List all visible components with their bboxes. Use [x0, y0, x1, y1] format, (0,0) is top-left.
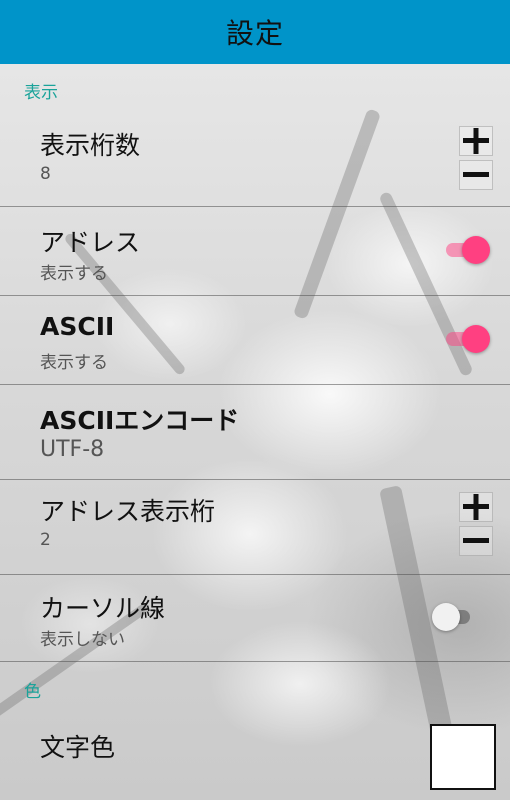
page-title: 設定 [225, 17, 284, 50]
setting-title: アドレス表示桁 [40, 497, 216, 526]
setting-title: ASCIIエンコード [40, 406, 240, 435]
decrement-button[interactable] [459, 160, 493, 190]
section-header-display: 表示 [24, 83, 58, 103]
cursor-line-toggle[interactable] [432, 603, 478, 631]
setting-cursor-line[interactable]: カーソル線 表示しない [0, 575, 510, 661]
plus-icon [463, 128, 489, 154]
setting-title: カーソル線 [40, 594, 166, 623]
color-swatch[interactable] [430, 724, 496, 790]
settings-list: 表示 表示桁数 8 アドレス 表示する ASCII 表示する ASCIIエンコー… [0, 64, 510, 800]
setting-address[interactable]: アドレス 表示する [0, 207, 510, 295]
setting-summary: 表示しない [40, 630, 125, 650]
setting-summary: 表示する [40, 264, 108, 284]
increment-button[interactable] [459, 126, 493, 156]
section-header-color: 色 [24, 682, 41, 702]
digits-stepper [459, 126, 493, 194]
minus-icon [463, 538, 489, 543]
toggle-thumb [432, 603, 460, 631]
app-bar: 設定 [0, 0, 510, 64]
address-toggle[interactable] [442, 236, 490, 264]
increment-button[interactable] [459, 492, 493, 522]
minus-icon [463, 172, 489, 177]
setting-address-digits[interactable]: アドレス表示桁 2 [0, 480, 510, 574]
setting-value: 2 [40, 530, 51, 550]
divider [0, 661, 510, 662]
plus-icon [463, 494, 489, 520]
setting-display-digits[interactable]: 表示桁数 8 [0, 114, 510, 206]
setting-value: UTF-8 [40, 437, 105, 462]
decrement-button[interactable] [459, 526, 493, 556]
toggle-thumb [462, 236, 490, 264]
setting-title: 文字色 [40, 733, 116, 762]
setting-title: 表示桁数 [40, 131, 141, 160]
setting-text-color[interactable]: 文字色 [0, 714, 510, 800]
toggle-thumb [462, 325, 490, 353]
setting-value: 8 [40, 164, 51, 184]
address-digits-stepper [459, 492, 493, 560]
setting-summary: 表示する [40, 353, 108, 373]
setting-title: アドレス [40, 228, 141, 257]
ascii-toggle[interactable] [442, 325, 490, 353]
setting-ascii[interactable]: ASCII 表示する [0, 296, 510, 384]
setting-ascii-encoding[interactable]: ASCIIエンコード UTF-8 [0, 385, 510, 479]
setting-title: ASCII [40, 312, 115, 341]
